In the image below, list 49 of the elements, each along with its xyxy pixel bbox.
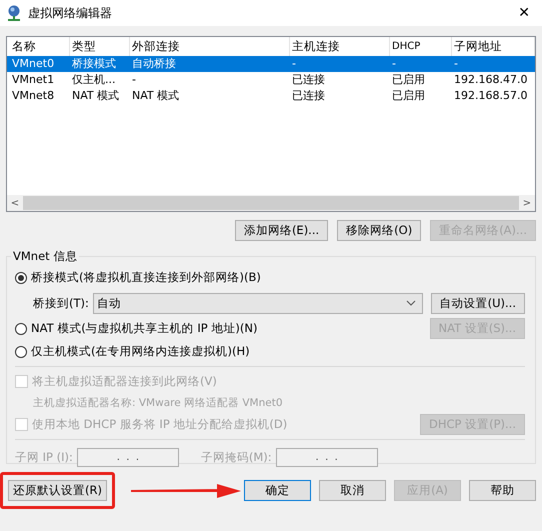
table-cell-text: 自动桥接 [131,56,177,72]
ip-address-field[interactable]: . . . [276,448,378,466]
table-cell-text: 桥接模式 [71,56,117,72]
subnet-label: 子网 IP (I): [15,450,73,464]
table-cell-text: VMnet1 [11,72,56,88]
ip-address-field[interactable]: . . . [76,448,179,466]
table-cell-text: NAT 模式 [131,88,180,104]
subnet-label: 子网掩码(M): [200,450,272,464]
scrollbar-thumb[interactable] [23,196,519,210]
restore-defaults-button[interactable]: 还原默认设置(R) [8,480,107,501]
dialog-button[interactable]: 帮助 [469,480,536,501]
radio-label[interactable]: 桥接模式(将虚拟机直接连接到外部网络)(B) [31,270,261,285]
table-cell-text: 已启用 [391,88,426,104]
network-row[interactable]: VMnet8 NAT 模式 NAT 模式 已连接 已启用 192.168.57.0 [7,88,535,104]
table-cell-text: - [391,56,397,72]
close-button[interactable]: ✕ [512,5,536,21]
bridge-dropdown[interactable]: 自动 [92,292,423,314]
adapter-name-text: 主机虚拟适配器名称: VMware 网络适配器 VMnet0 [32,396,284,411]
table-cell-text: - [453,56,459,72]
dialog-button[interactable]: 确定 [244,480,311,501]
table-cell-text: 192.168.57.0 [453,88,528,104]
network-row[interactable]: VMnet1 仅主机... - 已连接 已启用 192.168.47.0 [7,72,535,88]
scroll-left-button[interactable]: < [7,198,23,208]
radio-button[interactable] [15,346,27,358]
network-globe-icon [6,4,22,22]
radio-label[interactable]: 仅主机模式(在专用网络内连接虚拟机)(H) [31,344,250,359]
radio-button[interactable] [15,272,27,284]
radio-label[interactable]: NAT 模式(与虚拟机共享主机的 IP 地址)(N) [31,321,258,336]
dialog-button[interactable]: 取消 [319,480,386,501]
table-cell-text: 已启用 [391,72,426,88]
table-cell-text: - [131,72,137,88]
radio-button[interactable] [15,322,27,334]
auto-settings-button[interactable]: 自动设置(U)... [430,292,525,314]
table-cell-text: 已连接 [291,72,326,88]
network-button[interactable]: 添加网络(E)... [234,220,328,241]
table-cell-text: VMnet8 [11,88,56,104]
table-cell-text: VMnet0 [11,56,56,72]
network-button[interactable]: 移除网络(O) [337,220,422,241]
table-cell-text: 192.168.47.0 [453,72,528,88]
network-row[interactable]: VMnet0 桥接模式 自动桥接 - - - [7,56,535,72]
table-cell-text: 已连接 [291,88,326,104]
bridge-to-label: 桥接到(T): [33,296,89,310]
scroll-right-button[interactable]: > [519,198,535,208]
group-title: VMnet 信息 [12,249,78,264]
window-title: 虚拟网络编辑器 [28,4,113,22]
table-cell-text: 仅主机... [71,72,116,88]
table-cell-text: - [291,56,297,72]
table-cell-text: NAT 模式 [71,88,120,104]
chevron-down-icon [406,300,416,306]
